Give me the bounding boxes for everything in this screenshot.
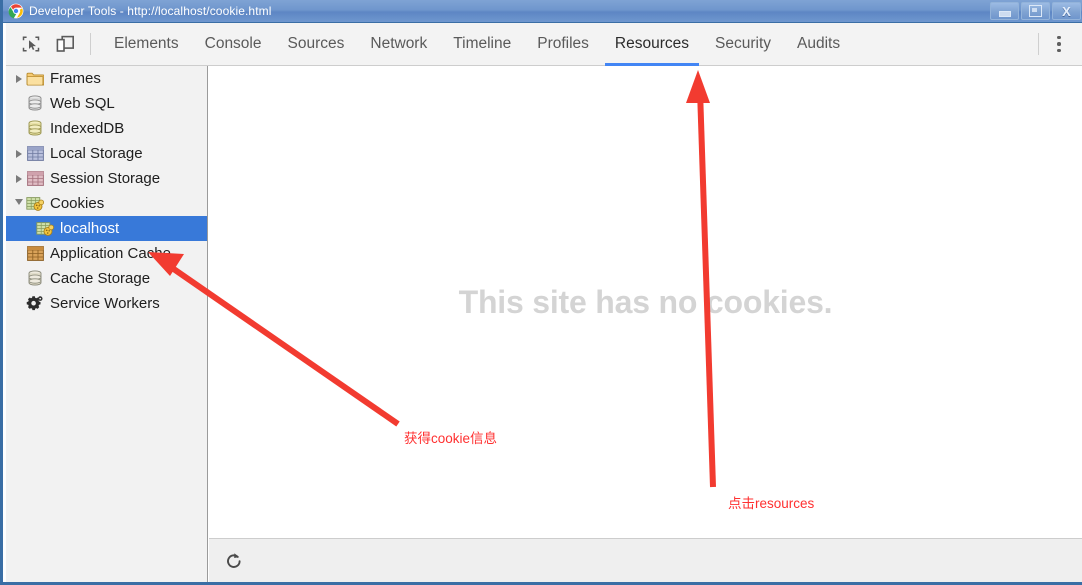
tab-label: Timeline	[453, 35, 512, 52]
tab-label: Elements	[114, 35, 179, 52]
sidebar-item-cache-storage[interactable]: Cache Storage	[6, 266, 207, 291]
cookies-folder-icon	[36, 220, 54, 238]
tab-label: Audits	[797, 35, 841, 52]
tab-label: Network	[370, 35, 428, 52]
more-vertical-icon	[1057, 48, 1061, 53]
sidebar-item-label: IndexedDB	[50, 120, 125, 137]
sidebar-item-label: Service Workers	[50, 295, 160, 312]
more-options-button[interactable]	[1044, 25, 1074, 63]
sidebar-item-web-sql[interactable]: Web SQL	[6, 91, 207, 116]
table-orange-icon	[26, 245, 44, 263]
content-footer-toolbar	[209, 538, 1082, 582]
minimize-button[interactable]	[990, 2, 1019, 20]
table-blue-icon	[26, 145, 44, 163]
chevron-right-icon	[16, 174, 22, 183]
chevron-right-icon	[16, 149, 22, 158]
toolbar-right-group	[1038, 23, 1082, 66]
sidebar-item-service-workers[interactable]: Service Workers	[6, 291, 207, 316]
title-bar: Developer Tools - http://localhost/cooki…	[3, 0, 1082, 23]
tab-label: Sources	[287, 35, 345, 52]
window-title: Developer Tools - http://localhost/cooki…	[29, 4, 272, 18]
tab-sources[interactable]: Sources	[275, 23, 358, 66]
sidebar-item-frames[interactable]: Frames	[6, 66, 207, 91]
tab-timeline[interactable]: Timeline	[440, 23, 524, 66]
window-frame: Developer Tools - http://localhost/cooki…	[0, 0, 1082, 585]
device-toolbar-button[interactable]	[48, 25, 82, 63]
panel-tabs: Elements Console Sources Network Timelin…	[101, 23, 853, 66]
database-gray-icon	[26, 95, 44, 113]
sidebar-item-label: localhost	[60, 220, 120, 237]
sidebar-item-label: Session Storage	[50, 170, 161, 187]
tab-audits[interactable]: Audits	[784, 23, 853, 66]
resources-sidebar-tree[interactable]: Frames Web SQL IndexedDB Local Storage S…	[6, 66, 208, 582]
sidebar-item-cookies[interactable]: Cookies	[6, 191, 207, 216]
table-pink-icon	[26, 170, 44, 188]
cookies-folder-icon	[26, 195, 44, 213]
more-vertical-icon	[1057, 35, 1061, 40]
sidebar-item-label: Application Cache	[50, 245, 171, 262]
toolbar-divider-right	[1038, 33, 1039, 55]
sidebar-item-label: Web SQL	[50, 95, 115, 112]
sidebar-item-label: Local Storage	[50, 145, 143, 162]
chevron-down-icon	[15, 198, 23, 209]
resources-content-pane: This site has no cookies.	[209, 66, 1082, 582]
tab-resources[interactable]: Resources	[602, 23, 702, 66]
chevron-right-icon	[16, 74, 22, 83]
sidebar-item-label: Cookies	[50, 195, 105, 212]
expand-arrow[interactable]	[12, 74, 26, 83]
minimize-icon	[998, 11, 1011, 17]
tab-elements[interactable]: Elements	[101, 23, 192, 66]
empty-state-message: This site has no cookies.	[458, 283, 833, 320]
tab-console[interactable]: Console	[192, 23, 275, 66]
database-yellow-icon	[26, 120, 44, 138]
sidebar-item-label: Cache Storage	[50, 270, 151, 287]
devtools-toolbar: Elements Console Sources Network Timelin…	[6, 23, 1082, 66]
refresh-icon	[227, 552, 241, 568]
device-toolbar-icon	[56, 35, 74, 52]
sidebar-item-label: Frames	[50, 70, 101, 87]
sidebar-item-indexeddb[interactable]: IndexedDB	[6, 116, 207, 141]
tab-network[interactable]: Network	[357, 23, 440, 66]
tab-label: Resources	[614, 35, 690, 52]
database-gray-icon	[26, 270, 44, 288]
panel-area: Frames Web SQL IndexedDB Local Storage S…	[6, 66, 1082, 582]
expand-arrow[interactable]	[12, 149, 26, 158]
refresh-button[interactable]	[214, 541, 254, 581]
sidebar-item-local-storage[interactable]: Local Storage	[6, 141, 207, 166]
tab-label: Console	[204, 35, 262, 52]
maximize-button[interactable]	[1021, 2, 1050, 20]
tab-profiles[interactable]: Profiles	[524, 23, 602, 66]
tab-label: Security	[715, 35, 772, 52]
window-controls: X	[990, 2, 1081, 20]
sidebar-item-application-cache[interactable]: Application Cache	[6, 241, 207, 266]
collapse-arrow[interactable]	[12, 198, 26, 209]
toolbar-divider	[90, 33, 91, 55]
inspect-element-button[interactable]	[14, 25, 48, 63]
expand-arrow[interactable]	[12, 174, 26, 183]
more-vertical-icon	[1057, 42, 1061, 46]
close-button[interactable]: X	[1052, 2, 1081, 20]
sidebar-item-localhost[interactable]: localhost	[6, 216, 207, 241]
sidebar-item-session-storage[interactable]: Session Storage	[6, 166, 207, 191]
inspect-element-icon	[22, 36, 40, 52]
tab-label: Profiles	[537, 35, 589, 52]
restore-icon	[1029, 5, 1042, 17]
tab-security[interactable]: Security	[702, 23, 784, 66]
gear-icon	[26, 295, 44, 313]
close-icon: X	[1062, 3, 1071, 19]
folder-icon	[26, 70, 44, 88]
chrome-logo-icon	[8, 3, 24, 19]
devtools-window-screenshot: Developer Tools - http://localhost/cooki…	[0, 0, 1082, 585]
